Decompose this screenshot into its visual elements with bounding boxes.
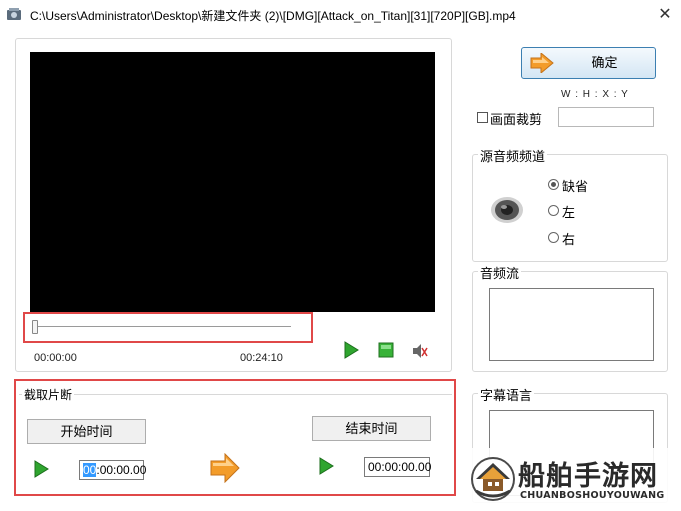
watermark-text: 船舶手游网 (518, 461, 658, 492)
start-time-button[interactable]: 开始时间 (27, 419, 146, 444)
current-time: 00:00:00 (34, 352, 77, 364)
radio-left-label: 左 (562, 205, 576, 220)
crop-label: 画面裁剪 (490, 112, 543, 127)
radio-left[interactable] (548, 205, 559, 216)
whxy-label: W : H : X : Y (561, 89, 629, 100)
watermark-logo (471, 457, 515, 501)
audio-channel-title: 源音频频道 (478, 146, 548, 165)
watermark-subtext: CHUANBOSHOUYOUWANG (520, 490, 665, 501)
play-end-icon[interactable] (317, 457, 335, 475)
radio-default[interactable] (548, 179, 559, 190)
total-time: 00:24:10 (240, 352, 283, 364)
end-time-input[interactable]: 00:00:00.00 (364, 457, 431, 477)
subtitle-title: 字幕语言 (478, 385, 535, 404)
crop-checkbox[interactable] (477, 112, 488, 123)
audio-stream-title: 音频流 (478, 263, 522, 282)
start-time-rest: :00:00.00 (96, 463, 147, 477)
radio-default-label: 缺省 (562, 179, 589, 194)
seek-slider-highlight (23, 312, 313, 343)
app-icon (7, 8, 21, 20)
play-start-icon[interactable] (32, 460, 50, 478)
audio-stream-list[interactable] (489, 288, 654, 361)
speaker-icon (491, 197, 523, 223)
video-preview (30, 52, 435, 312)
seek-slider-track[interactable] (35, 326, 291, 327)
close-button[interactable]: ✕ (654, 4, 676, 26)
confirm-button[interactable]: 确定 (521, 47, 656, 79)
window-title: C:\Users\Administrator\Desktop\新建文件夹 (2)… (30, 9, 516, 23)
mute-icon[interactable] (411, 342, 429, 360)
crop-input[interactable] (558, 107, 654, 127)
arrow-right-large-icon (210, 453, 240, 483)
end-time-button[interactable]: 结束时间 (312, 416, 431, 441)
confirm-label: 确定 (591, 55, 618, 70)
seek-slider-thumb[interactable] (32, 320, 38, 334)
radio-right[interactable] (548, 232, 559, 243)
play-icon[interactable] (342, 341, 360, 359)
start-time-input[interactable]: 00:00:00.00 (79, 460, 147, 480)
stop-icon[interactable] (377, 341, 395, 359)
clip-title: 截取片断 (22, 386, 75, 403)
start-time-selected: 00 (83, 463, 97, 477)
radio-right-label: 右 (562, 232, 576, 247)
